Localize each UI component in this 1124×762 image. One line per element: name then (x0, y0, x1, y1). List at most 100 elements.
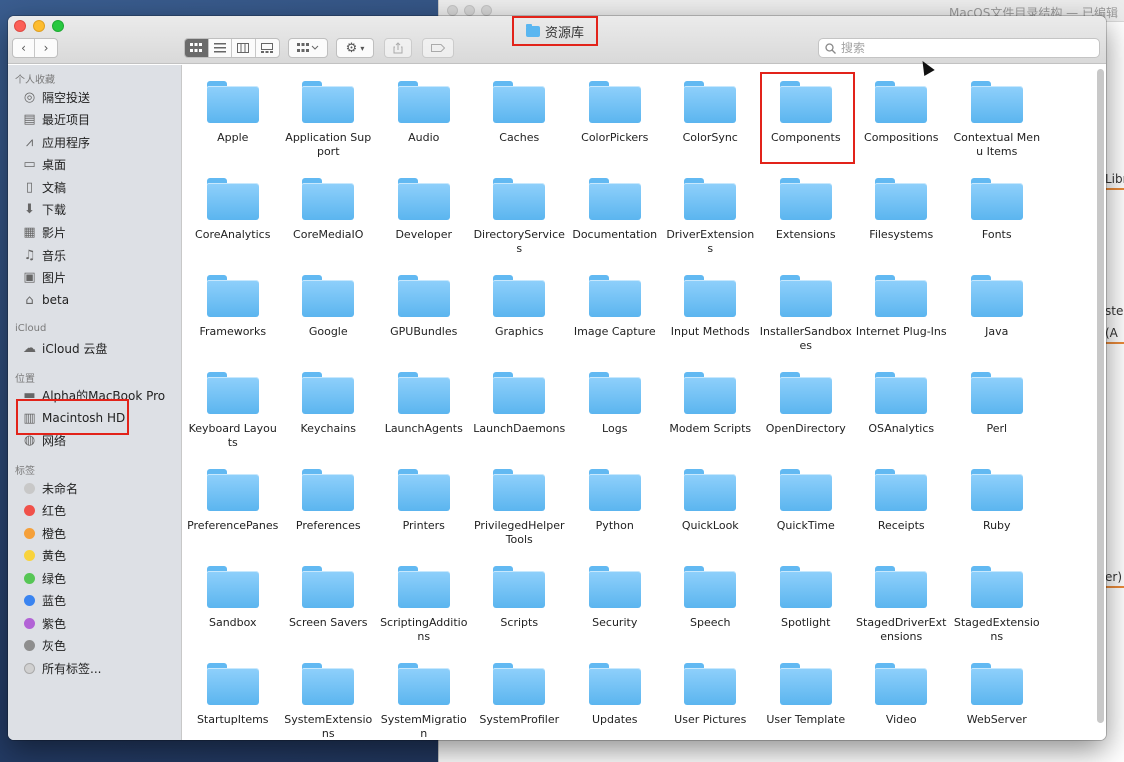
sidebar-tag-orange[interactable]: 橙色 (22, 523, 66, 543)
folder-item[interactable]: Google (281, 271, 377, 368)
folder-item[interactable]: CoreMediaIO (281, 174, 377, 271)
sidebar-item-music[interactable]: ♫ 音乐 (22, 245, 66, 265)
folder-item[interactable]: Frameworks (185, 271, 281, 368)
sidebar-tag-green[interactable]: 绿色 (22, 568, 66, 588)
search-field[interactable] (818, 38, 1100, 58)
folder-item[interactable]: Sandbox (185, 562, 281, 659)
folder-item[interactable]: Security (567, 562, 663, 659)
folder-item[interactable]: Preferences (281, 465, 377, 562)
tag-button[interactable] (422, 38, 454, 58)
folder-item[interactable]: GPUBundles (376, 271, 472, 368)
sidebar-tag-gray[interactable]: 灰色 (22, 635, 66, 655)
folder-item[interactable]: DirectoryServices (472, 174, 568, 271)
sidebar-item-downloads[interactable]: ⬇ 下载 (22, 199, 66, 219)
folder-item[interactable]: OpenDirectory (758, 368, 854, 465)
sidebar-tag-red[interactable]: 红色 (22, 500, 66, 520)
folder-item[interactable]: WebServer (949, 659, 1045, 740)
gallery-view-button[interactable] (256, 39, 279, 57)
folder-item[interactable]: Caches (472, 77, 568, 174)
sidebar-item-applications[interactable]: ⩘ 应用程序 (22, 132, 90, 152)
folder-item[interactable]: Spotlight (758, 562, 854, 659)
share-button[interactable] (384, 38, 412, 58)
folder-item[interactable]: Documentation (567, 174, 663, 271)
sidebar-tag-all[interactable]: 所有标签... (22, 658, 101, 678)
folder-item[interactable]: InstallerSandboxes (758, 271, 854, 368)
bg-minimize-button[interactable] (464, 5, 475, 16)
folder-item[interactable]: Filesystems (854, 174, 950, 271)
folder-item[interactable]: Java (949, 271, 1045, 368)
folder-item[interactable]: QuickTime (758, 465, 854, 562)
folder-item[interactable]: Speech (663, 562, 759, 659)
folder-item[interactable]: Internet Plug-Ins (854, 271, 950, 368)
folder-item[interactable]: Video (854, 659, 950, 740)
bg-close-button[interactable] (447, 5, 458, 16)
minimize-button[interactable] (33, 20, 45, 32)
folder-item[interactable]: LaunchDaemons (472, 368, 568, 465)
folder-item[interactable]: Perl (949, 368, 1045, 465)
folder-item[interactable]: QuickLook (663, 465, 759, 562)
folder-item[interactable]: Apple (185, 77, 281, 174)
back-button[interactable]: ‹ (13, 39, 35, 57)
folder-item[interactable]: SystemExtensions (281, 659, 377, 740)
folder-item[interactable]: User Template (758, 659, 854, 740)
folder-item[interactable]: Graphics (472, 271, 568, 368)
sidebar-tag-yellow[interactable]: 黄色 (22, 545, 66, 565)
folder-item[interactable]: Updates (567, 659, 663, 740)
action-button[interactable]: ⚙ ▾ (336, 38, 374, 58)
sidebar-item-desktop[interactable]: ▭ 桌面 (22, 154, 66, 174)
folder-item[interactable]: Modem Scripts (663, 368, 759, 465)
column-view-button[interactable] (232, 39, 256, 57)
sidebar-tag-purple[interactable]: 紫色 (22, 613, 66, 633)
folder-item[interactable]: Printers (376, 465, 472, 562)
sidebar-item-recents[interactable]: ▤ 最近项目 (22, 109, 90, 129)
folder-item[interactable]: LaunchAgents (376, 368, 472, 465)
folder-item[interactable]: StagedDriverExtensions (854, 562, 950, 659)
folder-item[interactable]: SystemMigration (376, 659, 472, 740)
folder-item[interactable]: PreferencePanes (185, 465, 281, 562)
folder-item[interactable]: Scripts (472, 562, 568, 659)
forward-button[interactable]: › (35, 39, 57, 57)
folder-item[interactable]: DriverExtensions (663, 174, 759, 271)
sidebar-tag-blue[interactable]: 蓝色 (22, 590, 66, 610)
folder-item[interactable]: Python (567, 465, 663, 562)
folder-item[interactable]: ScriptingAdditions (376, 562, 472, 659)
bg-zoom-button[interactable] (481, 5, 492, 16)
folder-item[interactable]: Logs (567, 368, 663, 465)
icon-view-button[interactable] (185, 39, 209, 57)
folder-item[interactable]: Components (758, 72, 855, 174)
folder-item[interactable]: PrivilegedHelperTools (472, 465, 568, 562)
folder-item[interactable]: Receipts (854, 465, 950, 562)
folder-item[interactable]: OSAnalytics (854, 368, 950, 465)
folder-item[interactable]: Keyboard Layouts (185, 368, 281, 465)
finder-window[interactable]: 资源库 ‹ › ⚙ ▾ 搜索 个人收藏 ◎ 隔空投送 ▤ 最近项目 ⩘ 应用程序… (8, 16, 1106, 740)
sidebar-item-airdrop[interactable]: ◎ 隔空投送 (22, 87, 90, 107)
folder-item[interactable]: Compositions (854, 77, 950, 174)
folder-item[interactable]: Application Support (281, 77, 377, 174)
folder-item[interactable]: Keychains (281, 368, 377, 465)
folder-item[interactable]: StartupItems (185, 659, 281, 740)
folder-item[interactable]: ColorSync (663, 77, 759, 174)
sidebar-item-movies[interactable]: ▦ 影片 (22, 222, 66, 242)
folder-item[interactable]: Ruby (949, 465, 1045, 562)
vertical-scrollbar[interactable] (1097, 69, 1104, 723)
folder-item[interactable]: StagedExtensions (949, 562, 1045, 659)
folder-item[interactable]: CoreAnalytics (185, 174, 281, 271)
folder-item[interactable]: Audio (376, 77, 472, 174)
sidebar-item-icloud-drive[interactable]: ☁ iCloud 云盘 (22, 338, 107, 358)
folder-item[interactable]: User Pictures (663, 659, 759, 740)
sidebar-item-pictures[interactable]: ▣ 图片 (22, 267, 66, 287)
group-button[interactable] (288, 38, 328, 58)
list-view-button[interactable] (209, 39, 232, 57)
sidebar-item-home[interactable]: ⌂ beta (22, 290, 69, 310)
zoom-button[interactable] (52, 20, 64, 32)
close-button[interactable] (14, 20, 26, 32)
folder-item[interactable]: ColorPickers (567, 77, 663, 174)
sidebar-tag-untitled[interactable]: 未命名 (22, 478, 78, 498)
folder-item[interactable]: Screen Savers (281, 562, 377, 659)
folder-item[interactable]: Contextual Menu Items (949, 77, 1045, 174)
folder-item[interactable]: Extensions (758, 174, 854, 271)
folder-item[interactable]: Fonts (949, 174, 1045, 271)
search-input[interactable] (841, 41, 1081, 55)
folder-item[interactable]: Image Capture (567, 271, 663, 368)
folder-item[interactable]: SystemProfiler (472, 659, 568, 740)
